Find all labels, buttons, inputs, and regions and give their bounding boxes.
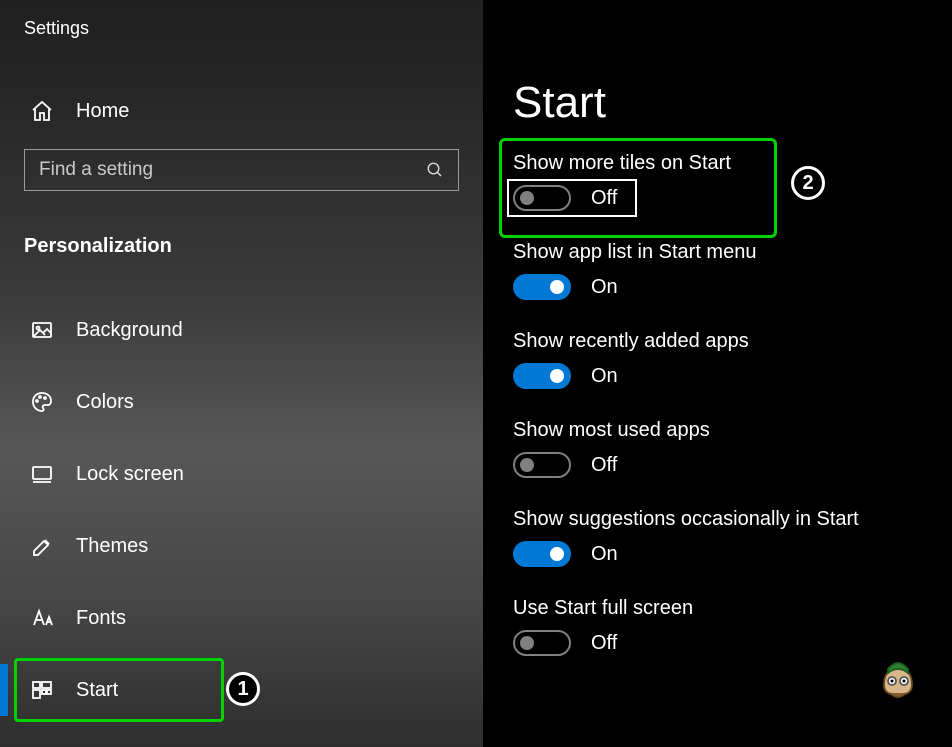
themes-icon <box>30 534 54 558</box>
home-icon <box>30 99 54 123</box>
nav-item-label: Start <box>76 679 118 702</box>
toggle-state: On <box>591 365 618 388</box>
toggle-show-suggestions[interactable] <box>513 541 571 567</box>
setting-label: Show app list in Start menu <box>513 241 952 264</box>
nav-list: Background Colors Lock screen Themes <box>0 294 483 726</box>
setting-label: Show most used apps <box>513 419 952 442</box>
nav-item-themes[interactable]: Themes <box>0 510 230 582</box>
start-icon <box>30 678 54 702</box>
search-input[interactable] <box>39 159 426 181</box>
sidebar: Settings Home Personalization Background <box>0 0 483 747</box>
fonts-icon <box>30 606 54 630</box>
setting-show-more-tiles: Show more tiles on Start Off 2 <box>513 152 952 211</box>
annotation-badge-1: 1 <box>226 672 260 706</box>
group-label: Personalization <box>24 235 483 258</box>
palette-icon <box>30 390 54 414</box>
nav-item-label: Lock screen <box>76 463 184 486</box>
page-title: Start <box>513 78 952 128</box>
setting-label: Show more tiles on Start <box>513 152 952 175</box>
setting-show-most-used: Show most used apps Off <box>513 419 952 478</box>
toggle-state: On <box>591 276 618 299</box>
nav-item-start[interactable]: Start 1 <box>0 654 230 726</box>
nav-home[interactable]: Home <box>30 99 483 123</box>
nav-item-label: Themes <box>76 535 148 558</box>
toggle-show-app-list[interactable] <box>513 274 571 300</box>
search-box[interactable] <box>24 149 459 191</box>
picture-icon <box>30 318 54 342</box>
search-icon <box>426 161 444 179</box>
toggle-show-more-tiles[interactable] <box>513 185 571 211</box>
nav-item-background[interactable]: Background <box>0 294 230 366</box>
nav-item-fonts[interactable]: Fonts <box>0 582 230 654</box>
setting-show-app-list: Show app list in Start menu On <box>513 241 952 300</box>
lockscreen-icon <box>30 462 54 486</box>
toggle-show-recently-added[interactable] <box>513 363 571 389</box>
setting-show-suggestions: Show suggestions occasionally in Start O… <box>513 508 952 567</box>
nav-item-label: Fonts <box>76 607 126 630</box>
annotation-badge-2: 2 <box>791 166 825 200</box>
setting-label: Use Start full screen <box>513 597 952 620</box>
toggle-state: Off <box>591 454 617 477</box>
toggle-show-most-used[interactable] <box>513 452 571 478</box>
toggle-state: On <box>591 543 618 566</box>
toggle-state: Off <box>591 632 617 655</box>
app-title: Settings <box>0 0 483 39</box>
toggle-start-full-screen[interactable] <box>513 630 571 656</box>
nav-item-lock-screen[interactable]: Lock screen <box>0 438 230 510</box>
content-pane: Start Show more tiles on Start Off 2 Sho… <box>483 0 952 747</box>
nav-item-colors[interactable]: Colors <box>0 366 230 438</box>
setting-label: Show recently added apps <box>513 330 952 353</box>
nav-item-label: Colors <box>76 391 134 414</box>
nav-home-label: Home <box>76 100 129 123</box>
mascot-icon <box>874 655 922 703</box>
toggle-state: Off <box>591 187 617 210</box>
setting-start-full-screen: Use Start full screen Off <box>513 597 952 656</box>
setting-label: Show suggestions occasionally in Start <box>513 508 952 531</box>
setting-show-recently-added: Show recently added apps On <box>513 330 952 389</box>
nav-item-label: Background <box>76 319 183 342</box>
